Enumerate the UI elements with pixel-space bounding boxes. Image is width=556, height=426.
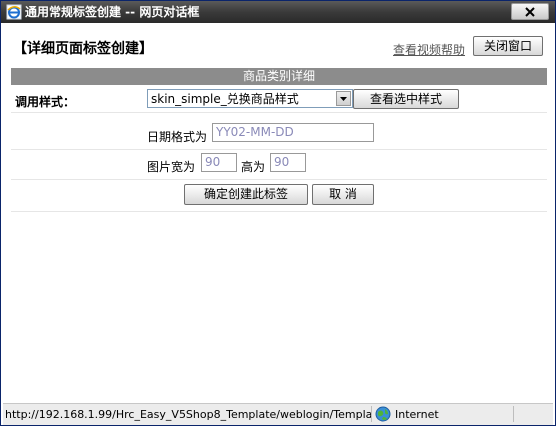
ie-page-icon: [6, 4, 22, 20]
date-format-row: 日期格式为 YY02-MM-DD: [11, 121, 547, 150]
view-selected-style-button[interactable]: 查看选中样式: [353, 89, 459, 109]
style-select[interactable]: skin_simple_兑换商品样式: [147, 89, 353, 108]
date-format-input[interactable]: YY02-MM-DD: [212, 123, 374, 142]
close-window-button[interactable]: 关闭窗口: [473, 36, 543, 56]
video-help-link[interactable]: 查看视频帮助: [393, 41, 465, 58]
header-row: 【详细页面标签创建】 查看视频帮助 关闭窗口: [3, 24, 553, 64]
window-title: 通用常规标签创建 -- 网页对话框: [25, 5, 200, 19]
image-size-row: 图片宽为 90 高为 90: [11, 151, 547, 180]
image-height-input[interactable]: 90: [270, 153, 306, 172]
date-format-label: 日期格式为: [147, 130, 208, 144]
page-title: 【详细页面标签创建】: [13, 41, 153, 57]
style-row: 调用样式： skin_simple_兑换商品样式 查看选中样式: [11, 86, 547, 113]
status-url: http://192.168.1.99/Hrc_Easy_V5Shop8_Tem…: [5, 408, 371, 421]
style-label: 调用样式：: [15, 95, 76, 109]
image-width-label: 图片宽为: [147, 160, 196, 174]
status-bar: http://192.168.1.99/Hrc_Easy_V5Shop8_Tem…: [3, 403, 553, 425]
title-bar: 通用常规标签创建 -- 网页对话框: [1, 1, 555, 23]
status-separator: [513, 406, 514, 422]
image-height-label: 高为: [241, 160, 266, 174]
window-close-button[interactable]: [511, 3, 549, 20]
chevron-down-icon[interactable]: [336, 91, 351, 106]
section-header: 商品类别详细: [11, 68, 547, 85]
status-separator: [371, 406, 372, 422]
close-icon: [525, 6, 535, 17]
dialog-content: 【详细页面标签创建】 查看视频帮助 关闭窗口 商品类别详细 调用样式： skin…: [3, 24, 553, 403]
globe-icon: [375, 406, 391, 422]
dialog-window: 通用常规标签创建 -- 网页对话框 【详细页面标签创建】 查看视频帮助 关闭窗口…: [0, 0, 556, 426]
image-width-input[interactable]: 90: [201, 153, 237, 172]
cancel-button[interactable]: 取 消: [312, 184, 374, 205]
action-row: 确定创建此标签 取 消: [11, 181, 547, 212]
zone-label: Internet: [395, 408, 439, 421]
confirm-create-button[interactable]: 确定创建此标签: [184, 184, 308, 205]
style-select-value: skin_simple_兑换商品样式: [151, 92, 299, 106]
